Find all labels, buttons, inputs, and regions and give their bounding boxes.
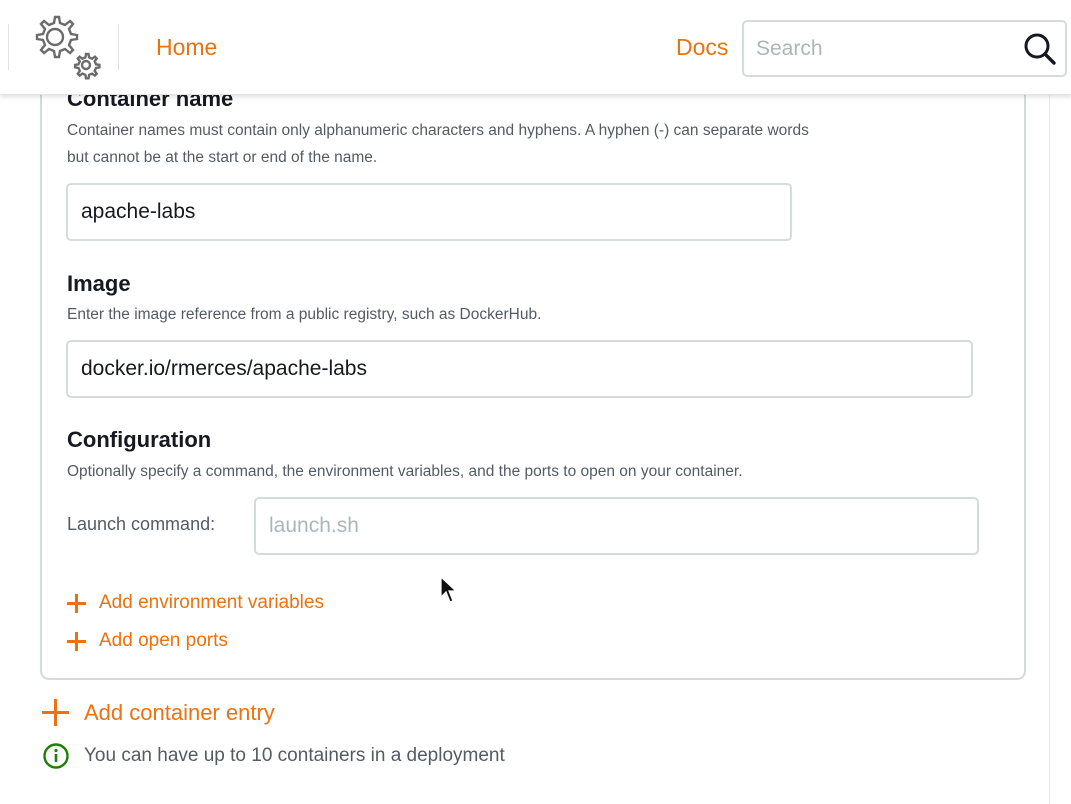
image-input[interactable] xyxy=(68,342,971,396)
gear-logo-icon[interactable] xyxy=(26,8,104,82)
content-right-border xyxy=(1049,95,1050,804)
add-container-entry-label: Add container entry xyxy=(84,699,275,725)
home-link[interactable]: Home xyxy=(156,34,217,61)
container-name-hint-line2: but cannot be at the start or end of the… xyxy=(67,149,378,166)
plus-icon xyxy=(42,699,69,726)
plus-icon xyxy=(67,631,86,651)
mouse-cursor-icon xyxy=(440,576,458,603)
container-name-field xyxy=(66,183,792,241)
container-name-hint-line1: Container names must contain only alphan… xyxy=(67,122,809,139)
search-icon[interactable] xyxy=(1020,30,1060,68)
docs-link[interactable]: Docs xyxy=(676,34,728,61)
search-input[interactable] xyxy=(756,32,1006,66)
search-box xyxy=(742,20,1067,77)
configuration-title: Configuration xyxy=(67,427,212,452)
info-text: You can have up to 10 containers in a de… xyxy=(84,745,505,766)
plus-icon xyxy=(67,593,86,613)
add-open-ports-label: Add open ports xyxy=(99,630,228,651)
top-navigation-bar: Home Docs xyxy=(0,0,1071,95)
image-title: Image xyxy=(67,271,131,296)
image-field xyxy=(66,340,973,398)
launch-command-field xyxy=(254,497,979,555)
container-limit-info: You can have up to 10 containers in a de… xyxy=(42,742,505,770)
container-name-input[interactable] xyxy=(68,185,790,239)
image-hint: Enter the image reference from a public … xyxy=(67,306,542,323)
launch-command-label: Launch command: xyxy=(67,514,216,534)
add-container-entry-link[interactable]: Add container entry xyxy=(42,699,275,726)
nav-left-divider xyxy=(8,24,9,70)
info-circle-icon xyxy=(43,743,69,769)
add-open-ports-link[interactable]: Add open ports xyxy=(67,630,228,652)
launch-command-input[interactable] xyxy=(256,499,977,553)
configuration-hint: Optionally specify a command, the enviro… xyxy=(67,463,743,480)
add-environment-variables-label: Add environment variables xyxy=(99,592,324,613)
nav-divider xyxy=(118,24,119,70)
add-environment-variables-link[interactable]: Add environment variables xyxy=(67,592,324,614)
